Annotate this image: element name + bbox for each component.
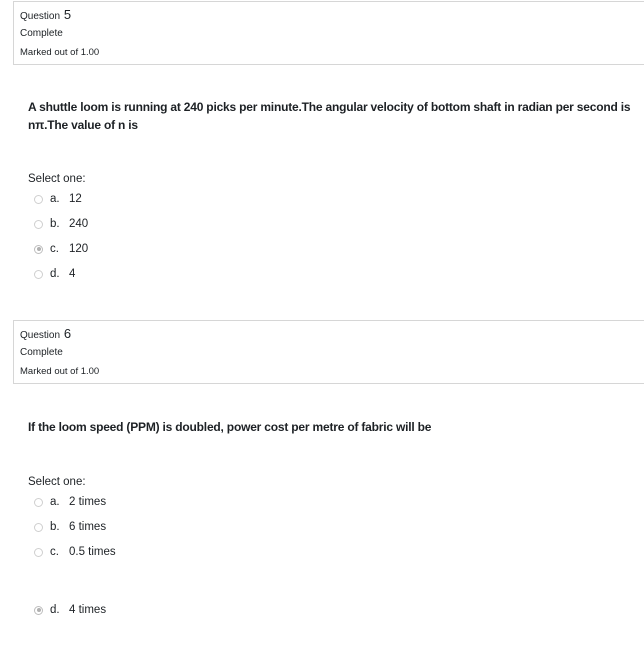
option-letter: c. [50,546,59,558]
question-grade: Marked out of 1.00 [20,366,100,377]
question-text-line: A shuttle loom is running at 240 picks p… [28,100,631,114]
radio-button[interactable] [34,219,43,229]
q5-option-d[interactable]: d. 4 [34,266,75,282]
question-5-info: Question 5 Complete Marked out of 1.00 [13,1,644,65]
question-text-line: nπ.The value of n is [28,118,138,132]
question-number: Question 5 [20,8,71,24]
question-number-value: 6 [63,326,72,341]
radio-button[interactable] [34,497,43,507]
radio-button[interactable] [34,269,43,279]
question-label: Question [20,11,61,22]
question-state: Complete [20,347,63,358]
question-6-text: If the loom speed (PPM) is doubled, powe… [28,418,634,436]
radio-button-selected[interactable] [34,244,43,254]
question-text-line: If the loom speed (PPM) is doubled, powe… [28,420,432,434]
option-text: 12 [69,193,82,205]
option-text: 2 times [69,496,107,508]
q5-option-b[interactable]: b. 240 [34,216,88,232]
radio-button[interactable] [34,522,43,532]
option-letter: b. [50,521,60,533]
question-6-info: Question 6 Complete Marked out of 1.00 [13,320,644,384]
select-one-prompt: Select one: [28,476,86,488]
question-number-value: 5 [63,7,72,22]
q6-option-d[interactable]: d. 4 times [34,602,106,618]
q6-option-b[interactable]: b. 6 times [34,519,106,535]
option-letter: a. [50,496,60,508]
option-letter: d. [50,268,60,280]
option-text: 6 times [69,521,107,533]
option-letter: b. [50,218,60,230]
question-5-text: A shuttle loom is running at 240 picks p… [28,98,634,134]
option-text: 4 [69,268,76,280]
question-label: Question [20,330,61,341]
q5-option-c[interactable]: c. 120 [34,241,88,257]
option-letter: a. [50,193,60,205]
option-text: 0.5 times [69,546,116,558]
q5-option-a[interactable]: a. 12 [34,191,82,207]
option-letter: c. [50,243,59,255]
option-text: 120 [69,243,89,255]
radio-button-selected[interactable] [34,605,43,615]
radio-button[interactable] [34,547,43,557]
q6-option-a[interactable]: a. 2 times [34,494,106,510]
radio-button[interactable] [34,194,43,204]
question-state: Complete [20,28,63,39]
question-number: Question 6 [20,327,71,343]
select-one-prompt: Select one: [28,173,86,185]
question-grade: Marked out of 1.00 [20,47,100,58]
option-text: 240 [69,218,89,230]
option-letter: d. [50,604,60,616]
option-text: 4 times [69,604,107,616]
q6-option-c[interactable]: c. 0.5 times [34,544,116,560]
